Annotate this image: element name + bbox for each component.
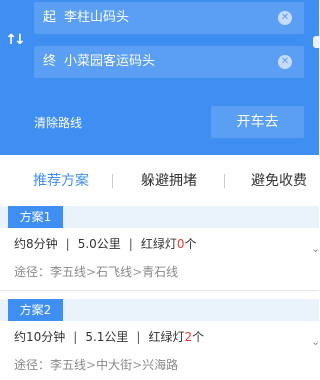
tab-recommended[interactable]: 推荐方案: [18, 164, 104, 198]
scrollbar-handle[interactable]: [313, 36, 319, 48]
chevron-down-icon[interactable]: ⌄: [311, 243, 320, 254]
plan-lights-label: 红绿灯: [140, 237, 177, 251]
clear-icon[interactable]: ✕: [278, 55, 292, 69]
separator: |: [65, 237, 70, 251]
route-header: ↑↓ 起李柱山码头 ✕ 终小菜园客运码头 ✕ 清除路线 开车去: [0, 0, 319, 155]
via-road: 青石线: [142, 265, 179, 279]
via-road: 兴海路: [142, 358, 179, 372]
tab-avoid-tolls[interactable]: 避免收费: [234, 164, 320, 198]
arrow-icon: >: [132, 265, 143, 279]
clear-route-link[interactable]: 清除路线: [34, 114, 82, 131]
arrow-icon: >: [132, 358, 143, 372]
tab-divider: [224, 174, 225, 188]
separator: |: [128, 237, 133, 251]
separator: |: [73, 330, 78, 344]
start-field[interactable]: 起李柱山码头 ✕: [34, 2, 304, 34]
arrow-icon: >: [86, 358, 97, 372]
plan-badge: 方案2: [8, 299, 63, 321]
plan-card[interactable]: 方案2 约10分钟 | 5.1公里 | 红绿灯2个 途径：李五线>中大街>兴海路 ⌄: [0, 299, 320, 380]
drive-button[interactable]: 开车去: [211, 106, 304, 138]
plan-lights-count: 2: [184, 330, 193, 344]
via-road: 石飞线: [96, 265, 133, 279]
start-prefix: 起: [43, 10, 57, 25]
plan-lights-unit: 个: [184, 237, 197, 251]
plan-stats: 约10分钟 | 5.1公里 | 红绿灯2个: [14, 328, 204, 345]
end-value: 小菜园客运码头: [64, 54, 156, 69]
plan-via: 途径：李五线>石飞线>青石线: [14, 263, 178, 280]
plan-tabs: 推荐方案 躲避拥堵 避免收费: [0, 164, 319, 198]
arrow-icon: >: [86, 265, 97, 279]
end-field[interactable]: 终小菜园客运码头 ✕: [34, 46, 304, 78]
via-label: 途径：: [14, 265, 51, 279]
swap-icon[interactable]: ↑↓: [4, 30, 25, 50]
via-road: 中大街: [96, 358, 133, 372]
separator: |: [136, 330, 141, 344]
plan-distance: 5.1公里: [85, 330, 129, 344]
via-road: 李五线: [50, 358, 87, 372]
plan-time: 约8分钟: [14, 237, 58, 251]
divider: [0, 290, 319, 291]
tab-avoid-congestion[interactable]: 躲避拥堵: [126, 164, 212, 198]
plan-distance: 5.0公里: [77, 237, 121, 251]
plan-badge: 方案1: [8, 206, 63, 228]
end-prefix: 终: [43, 54, 57, 69]
plan-time: 约10分钟: [14, 330, 66, 344]
chevron-down-icon[interactable]: ⌄: [311, 336, 320, 347]
clear-icon[interactable]: ✕: [278, 11, 292, 25]
start-value: 李柱山码头: [64, 10, 130, 25]
plan-stats: 约8分钟 | 5.0公里 | 红绿灯0个: [14, 235, 197, 252]
plan-lights-unit: 个: [192, 330, 205, 344]
via-label: 途径：: [14, 358, 51, 372]
plan-lights-label: 红绿灯: [148, 330, 185, 344]
tab-divider: [112, 174, 113, 188]
via-road: 李五线: [50, 265, 87, 279]
plan-card[interactable]: 方案1 约8分钟 | 5.0公里 | 红绿灯0个 途径：李五线>石飞线>青石线 ⌄: [0, 206, 320, 298]
plan-via: 途径：李五线>中大街>兴海路: [14, 356, 178, 373]
